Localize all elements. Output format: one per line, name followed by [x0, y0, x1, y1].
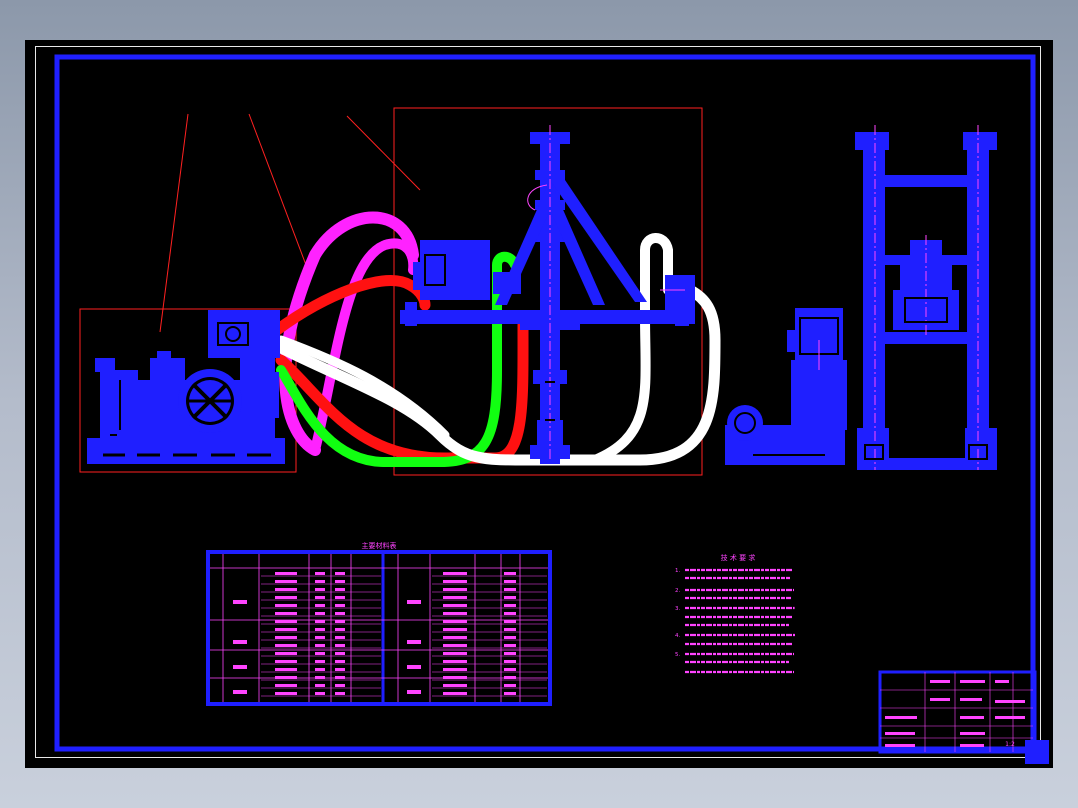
drawing-sheet: 主要材料表 技 术 要 求 1. 2. 3. 4. 5. 1:2 [25, 40, 1053, 768]
right-side-elevation [855, 132, 997, 470]
right-front-elevation [725, 308, 847, 465]
cad-drawing: 主要材料表 技 术 要 求 1. 2. 3. 4. 5. 1:2 [54, 54, 1049, 764]
title-block-scale: 1:2 [1005, 741, 1015, 748]
materials-table-title: 主要材料表 [362, 541, 397, 550]
technical-notes-title: 技 术 要 求 [721, 553, 756, 562]
note-number: 3. [675, 606, 680, 612]
flywheel-icon [178, 369, 242, 433]
materials-table: 主要材料表 [206, 541, 552, 706]
note-number: 2. [675, 588, 680, 594]
note-number: 4. [675, 633, 680, 639]
title-block: 1:2 [878, 670, 1037, 754]
note-number: 5. [675, 652, 680, 658]
hoses [271, 211, 721, 467]
technical-notes: 技 术 要 求 1. 2. 3. 4. 5. [675, 553, 795, 674]
press-with-rams [400, 132, 695, 464]
note-number: 1. [675, 568, 680, 574]
